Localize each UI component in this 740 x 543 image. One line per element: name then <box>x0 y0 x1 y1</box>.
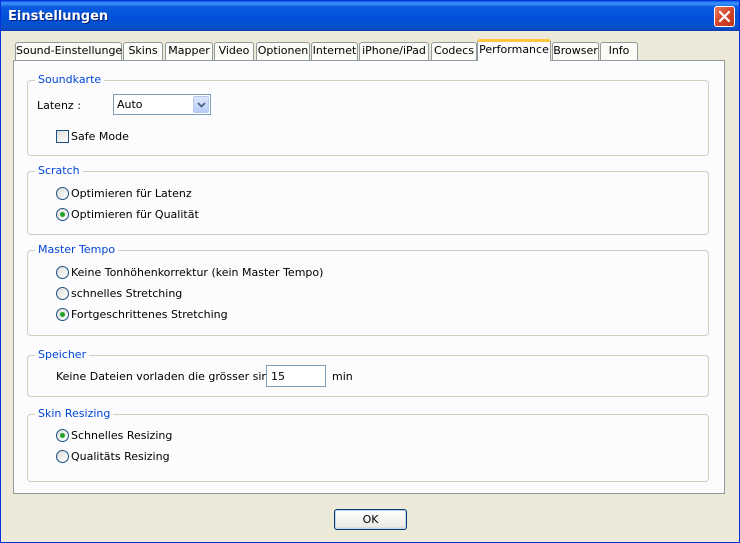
tab-video[interactable]: Video <box>214 42 254 60</box>
radio-dot <box>60 433 65 438</box>
settings-window: Einstellungen Sound-Einstellungen Skins … <box>0 0 740 543</box>
window-title: Einstellungen <box>8 9 109 24</box>
speicher-unit: min <box>332 370 353 383</box>
tab-skins[interactable]: Skins <box>123 42 163 60</box>
radio-label-keine-tonhoehenkorrektur: Keine Tonhöhenkorrektur (kein Master Tem… <box>71 266 324 279</box>
tab-sound-einstellungen[interactable]: Sound-Einstellungen <box>15 42 129 60</box>
group-title-soundkarte: Soundkarte <box>35 73 105 86</box>
radio-keine-tonhoehenkorrektur[interactable] <box>56 266 69 279</box>
radio-label-schnelles-resizing: Schnelles Resizing <box>71 429 173 442</box>
group-title-skin-resizing: Skin Resizing <box>35 407 114 420</box>
latenz-label: Latenz : <box>37 99 81 112</box>
radio-label-optimieren-latenz: Optimieren für Latenz <box>71 187 192 200</box>
title-bar[interactable]: Einstellungen <box>1 1 739 31</box>
close-button[interactable] <box>714 6 735 27</box>
safe-mode-checkbox[interactable] <box>56 130 69 143</box>
latenz-select[interactable]: Auto <box>113 94 211 115</box>
radio-label-qualitaets-resizing: Qualitäts Resizing <box>71 450 170 463</box>
group-title-speicher: Speicher <box>35 348 90 361</box>
chevron-down-icon <box>197 102 206 108</box>
radio-schnelles-stretching[interactable] <box>56 287 69 300</box>
tab-mapper[interactable]: Mapper <box>165 42 213 60</box>
latenz-value: Auto <box>117 98 143 111</box>
tab-performance[interactable]: Performance <box>477 39 551 61</box>
tab-codecs[interactable]: Codecs <box>431 42 477 60</box>
radio-qualitaets-resizing[interactable] <box>56 450 69 463</box>
dropdown-button[interactable] <box>193 96 209 113</box>
skin-resizing-group: Skin Resizing <box>27 407 709 482</box>
radio-label-fortgeschrittenes-stretching: Fortgeschrittenes Stretching <box>71 308 228 321</box>
radio-schnelles-resizing[interactable] <box>56 429 69 442</box>
safe-mode-label: Safe Mode <box>71 130 129 143</box>
radio-label-schnelles-stretching: schnelles Stretching <box>71 287 183 300</box>
ok-button[interactable]: OK <box>334 509 407 530</box>
radio-dot <box>60 312 65 317</box>
speicher-value: 15 <box>271 370 285 383</box>
radio-dot <box>60 212 65 217</box>
group-title-master-tempo: Master Tempo <box>35 243 119 256</box>
radio-fortgeschrittenes-stretching[interactable] <box>56 308 69 321</box>
tab-internet[interactable]: Internet <box>311 42 358 60</box>
tab-optionen[interactable]: Optionen <box>256 42 310 60</box>
tab-info[interactable]: Info <box>600 42 638 60</box>
soundkarte-group: Soundkarte <box>27 73 709 156</box>
speicher-minutes-input[interactable]: 15 <box>266 365 326 387</box>
close-icon <box>719 11 730 22</box>
speicher-label: Keine Dateien vorladen die grösser sind … <box>56 370 299 383</box>
radio-optimieren-qualitaet[interactable] <box>56 208 69 221</box>
tab-browser[interactable]: Browser <box>552 42 599 60</box>
scratch-group: Scratch <box>27 164 709 235</box>
group-title-scratch: Scratch <box>35 164 83 177</box>
tab-iphone-ipad[interactable]: iPhone/iPad <box>359 42 429 60</box>
radio-optimieren-latenz[interactable] <box>56 187 69 200</box>
radio-label-optimieren-qualitaet: Optimieren für Qualität <box>71 208 199 221</box>
